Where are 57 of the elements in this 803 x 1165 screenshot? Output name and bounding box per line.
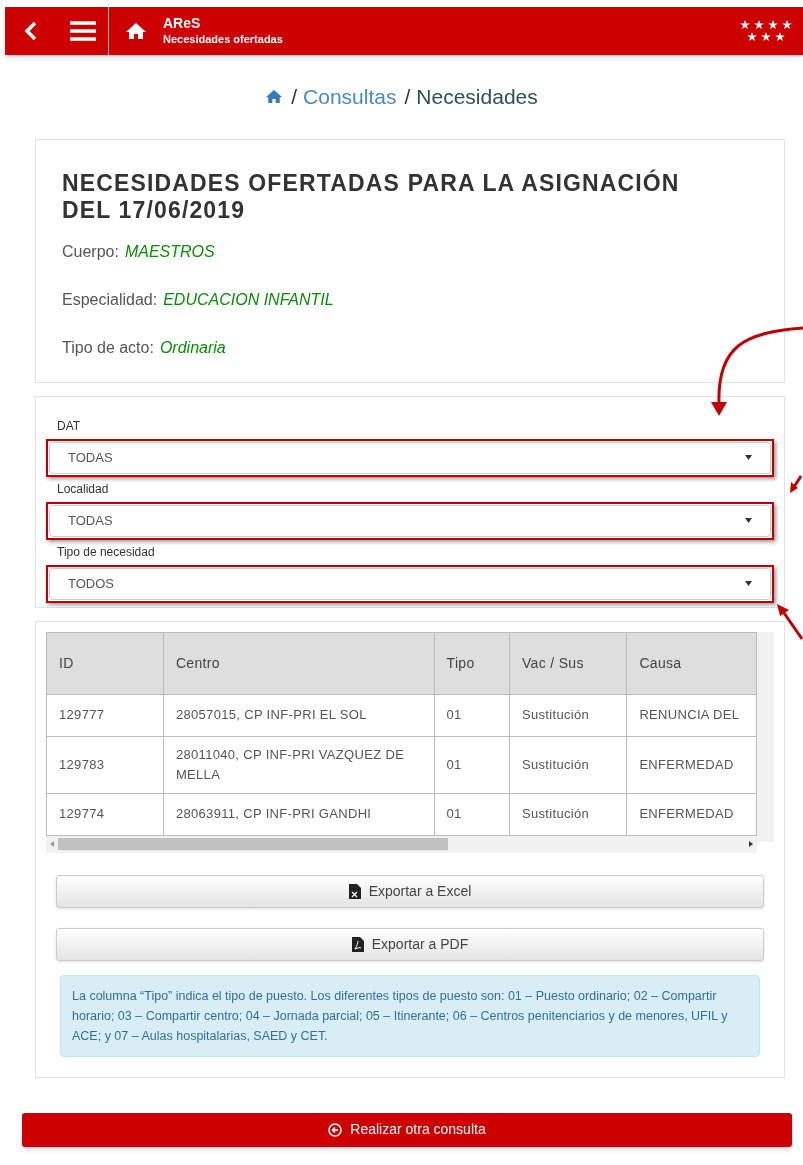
breadcrumb-separator: / [404,84,411,110]
circle-arrow-left-icon [328,1122,343,1137]
table-cell: ENFERMEDAD [626,736,757,793]
table-cell: 129777 [46,694,164,736]
field-value: Ordinaria [159,337,226,358]
dropdown-caret-icon [745,581,752,586]
table-cell: 01 [434,736,510,793]
scroll-right-arrow-icon[interactable] [749,841,754,847]
breadcrumb-link[interactable]: Consultas [303,81,397,113]
field-value: EDUCACION INFANTIL [163,289,334,310]
field-label: Cuerpo: [62,241,119,262]
dropdown-caret-icon [745,455,752,460]
table-cell: Sustitución [509,793,627,835]
table-cell: Sustitución [509,736,627,793]
breadcrumb-current: Necesidades [416,84,538,110]
page-title: NECESIDADES OFERTADAS PARA LA ASIGNACIÓN DEL 17/06/2019 [62,169,681,224]
filter-label: Localidad [57,480,110,498]
breadcrumb-separator: / [291,84,298,110]
column-header: Vac / Sus [509,632,627,694]
table-cell: 129783 [46,736,164,793]
home-icon[interactable] [265,89,284,105]
table-cell: RENUNCIA DEL [626,694,757,736]
column-header: Tipo [434,632,510,694]
column-header: ID [46,632,164,694]
pdf-file-icon [351,936,364,952]
column-header: Centro [163,632,435,694]
app-name: AReS [163,15,202,33]
table-cell: 01 [434,793,510,835]
export-button[interactable]: Exportar a PDF [56,927,764,961]
annotation-arrow [776,604,803,640]
field-value: MAESTROS [124,241,215,262]
dropdown-caret-icon [745,518,752,523]
select-dropdown[interactable]: TODOS [49,567,771,600]
vertical-scrollbar[interactable] [757,631,774,842]
field-label: Especialidad: [62,289,158,310]
info-note: La columna “Tipo” indica el tipo de puesto. Los diferentes tipos de puesto son: 01 – Puesto ordinario; 02 – Compartir horario; 03 – Compartir centro; 04 – Jornada parcial; 05 – Itinerante; 06 – Centros penitenciarios y de menores, UFIL y ACE; y 07 – Aulas hospitalarias, SAED y CET. [60,974,760,1057]
select-dropdown[interactable]: TODAS [49,441,771,474]
page-subtitle: Necesidades ofertadas [163,32,283,47]
home-icon[interactable] [125,22,147,40]
new-query-button[interactable]: Realizar otra consulta [22,1112,792,1147]
field-label: Tipo de acto: [62,337,154,358]
select-dropdown[interactable]: TODAS [49,504,771,537]
excel-file-icon [348,883,361,899]
table-cell: Sustitución [509,694,627,736]
table-cell: ENFERMEDAD [626,793,757,835]
scroll-left-arrow-icon[interactable] [50,841,54,847]
table-cell: 28011040, CP INF-PRI VAZQUEZ DE MELLA [163,736,435,793]
menu-icon [69,21,96,41]
table-cell: 01 [434,694,510,736]
annotation-arrow [790,474,803,494]
export-button[interactable]: Exportar a Excel [56,874,764,908]
filter-label: DAT [57,417,82,435]
table-cell: 28057015, CP INF-PRI EL SOL [163,694,435,736]
filter-label: Tipo de necesidad [57,543,156,561]
table-cell: 28063911, CP INF-PRI GANDHI [163,793,435,835]
column-header: Causa [626,632,757,694]
table-cell: 129774 [46,793,164,835]
